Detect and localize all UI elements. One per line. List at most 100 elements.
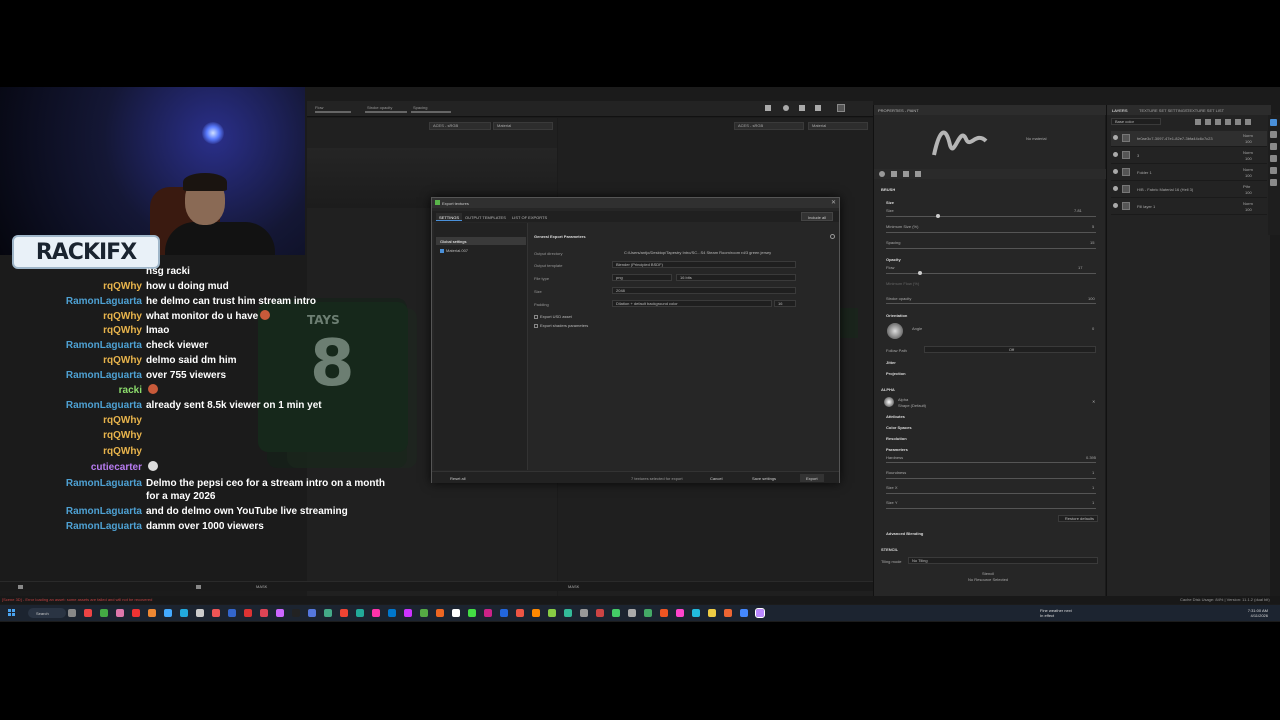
size-value[interactable]: 7.81 (1074, 208, 1082, 213)
resolution-section[interactable]: Resolution (886, 436, 907, 441)
opacity-section[interactable]: Opacity (886, 257, 901, 262)
flow-value[interactable]: 17 (1078, 265, 1082, 270)
brush-icon[interactable] (837, 104, 845, 112)
misc-icon[interactable] (340, 609, 348, 617)
angle-dial[interactable] (887, 323, 903, 339)
channel-dropdown-3d[interactable]: Material (493, 122, 553, 130)
spacing-slider-prop[interactable] (886, 248, 1096, 249)
chat-username[interactable]: rqQWhy (103, 310, 142, 323)
file-type-dropdown[interactable]: png (612, 274, 672, 281)
material-tab-icon[interactable] (915, 171, 921, 177)
chat-username[interactable]: rqQWhy (103, 354, 142, 367)
layer-blend-mode[interactable]: Pthr (1243, 184, 1250, 189)
visibility-eye-icon[interactable] (1113, 203, 1118, 208)
stroke-opacity-value[interactable]: 100 (1088, 296, 1095, 301)
layer-opacity[interactable]: 100 (1245, 156, 1252, 161)
mail-icon[interactable] (100, 609, 108, 617)
export-button[interactable]: Export (800, 474, 824, 482)
size-x-value[interactable]: 1 (1092, 485, 1094, 490)
roundness-value[interactable]: 1 (1092, 470, 1094, 475)
layer-opacity[interactable]: 100 (1245, 190, 1252, 195)
angle-value[interactable]: 0 (1092, 326, 1094, 331)
chat-username[interactable]: rqQWhy (103, 414, 142, 427)
mail-icon[interactable] (532, 609, 540, 617)
chat-username[interactable]: rqQWhy (103, 324, 142, 337)
flow-slider[interactable] (315, 111, 351, 113)
export-usd-option[interactable]: Export USD asset (534, 314, 572, 319)
tab-list-of-exports[interactable]: LIST OF EXPORTS (509, 213, 550, 221)
padding-amount-field[interactable]: 16 (774, 300, 796, 307)
output-template-dropdown[interactable]: Blender (Principled BSDF) (612, 261, 796, 268)
colorspace-dropdown-3d[interactable]: ACES - sRGB (429, 122, 491, 130)
game-icon[interactable] (292, 609, 300, 617)
attributes-section[interactable]: Attributes (886, 414, 905, 419)
material-item[interactable]: Material.007 (436, 246, 526, 254)
layer-row[interactable]: 3 Norm 100 (1111, 148, 1267, 164)
layer-row[interactable]: Fill layer 1 Norm 100 (1111, 199, 1267, 215)
min-size-value[interactable]: 5 (1092, 224, 1094, 229)
add-mask-icon[interactable] (1205, 119, 1211, 125)
min-size-slider[interactable] (886, 232, 1096, 233)
chat-username[interactable]: cutiecarter (91, 461, 142, 474)
projection-section[interactable]: Projection (886, 371, 906, 376)
visibility-eye-icon[interactable] (1113, 135, 1118, 140)
files-icon[interactable] (516, 609, 524, 617)
files-icon[interactable] (660, 609, 668, 617)
size-dropdown[interactable]: 2048 (612, 287, 796, 294)
browser-icon[interactable] (740, 609, 748, 617)
layer-opacity[interactable]: 100 (1245, 139, 1252, 144)
layer-blend-mode[interactable]: Norm (1243, 201, 1253, 206)
color-spaces-section[interactable]: Color Spaces (886, 425, 912, 430)
padding-dropdown[interactable]: Dilation + default background color (612, 300, 772, 307)
tiling-mode-dropdown[interactable]: No Tiling (908, 557, 1098, 564)
play-icon[interactable] (765, 105, 771, 111)
task-view-icon[interactable] (212, 609, 220, 617)
store-icon[interactable] (276, 609, 284, 617)
alpha-tab-icon[interactable] (891, 171, 897, 177)
hardness-value[interactable]: 0.395 (1086, 455, 1096, 460)
export-shaders-option[interactable]: Export shaders parameters (534, 323, 588, 328)
layer-opacity[interactable]: 100 (1245, 173, 1252, 178)
misc-icon[interactable] (484, 609, 492, 617)
layer-row[interactable]: Folder 1 Norm 100 (1111, 165, 1267, 181)
flow-slider-knob[interactable] (918, 271, 922, 275)
channel-dropdown-2d[interactable]: Material (808, 122, 868, 130)
files-icon[interactable] (228, 609, 236, 617)
size-y-value[interactable]: 1 (1092, 500, 1094, 505)
visibility-eye-icon[interactable] (1113, 152, 1118, 157)
alpha-thumbnail[interactable] (884, 397, 894, 407)
jitter-section[interactable]: Jitter (886, 360, 896, 365)
tab-layers[interactable]: LAYERS (1112, 108, 1128, 113)
mask-label-right[interactable]: MASK (568, 584, 579, 589)
export-usd-checkbox[interactable] (534, 315, 538, 319)
spacing-slider[interactable] (411, 111, 451, 113)
properties-icon[interactable] (1270, 143, 1277, 150)
include-all-button[interactable]: Include all (800, 212, 833, 221)
app-icon[interactable] (404, 609, 412, 617)
browser-icon[interactable] (596, 609, 604, 617)
bit-depth-dropdown[interactable]: 16 bits (676, 274, 796, 281)
store-icon[interactable] (132, 609, 140, 617)
size-x-slider[interactable] (886, 493, 1096, 494)
task-view-icon[interactable] (68, 609, 76, 617)
app-icon[interactable] (548, 609, 556, 617)
visibility-eye-icon[interactable] (1113, 186, 1118, 191)
chat-username[interactable]: RamonLaguarta (66, 477, 142, 490)
display-icon[interactable] (815, 105, 821, 111)
app-icon[interactable] (260, 609, 268, 617)
files-icon[interactable] (84, 609, 92, 617)
mail-icon[interactable] (244, 609, 252, 617)
store-icon[interactable] (708, 609, 716, 617)
material-checkbox[interactable] (440, 249, 444, 253)
chat-username[interactable]: rqQWhy (103, 445, 142, 458)
size-section[interactable]: Size (886, 200, 894, 205)
store-icon[interactable] (564, 609, 572, 617)
delete-layer-icon[interactable] (1245, 119, 1251, 125)
add-effect-icon[interactable] (1195, 119, 1201, 125)
history-icon[interactable] (1270, 131, 1277, 138)
shader-settings-icon[interactable] (1270, 167, 1277, 174)
browser-icon[interactable] (308, 609, 316, 617)
mask-label-left[interactable]: MASK (256, 584, 267, 589)
task-view-icon[interactable] (356, 609, 364, 617)
layer-blend-mode[interactable]: Norm (1243, 167, 1253, 172)
